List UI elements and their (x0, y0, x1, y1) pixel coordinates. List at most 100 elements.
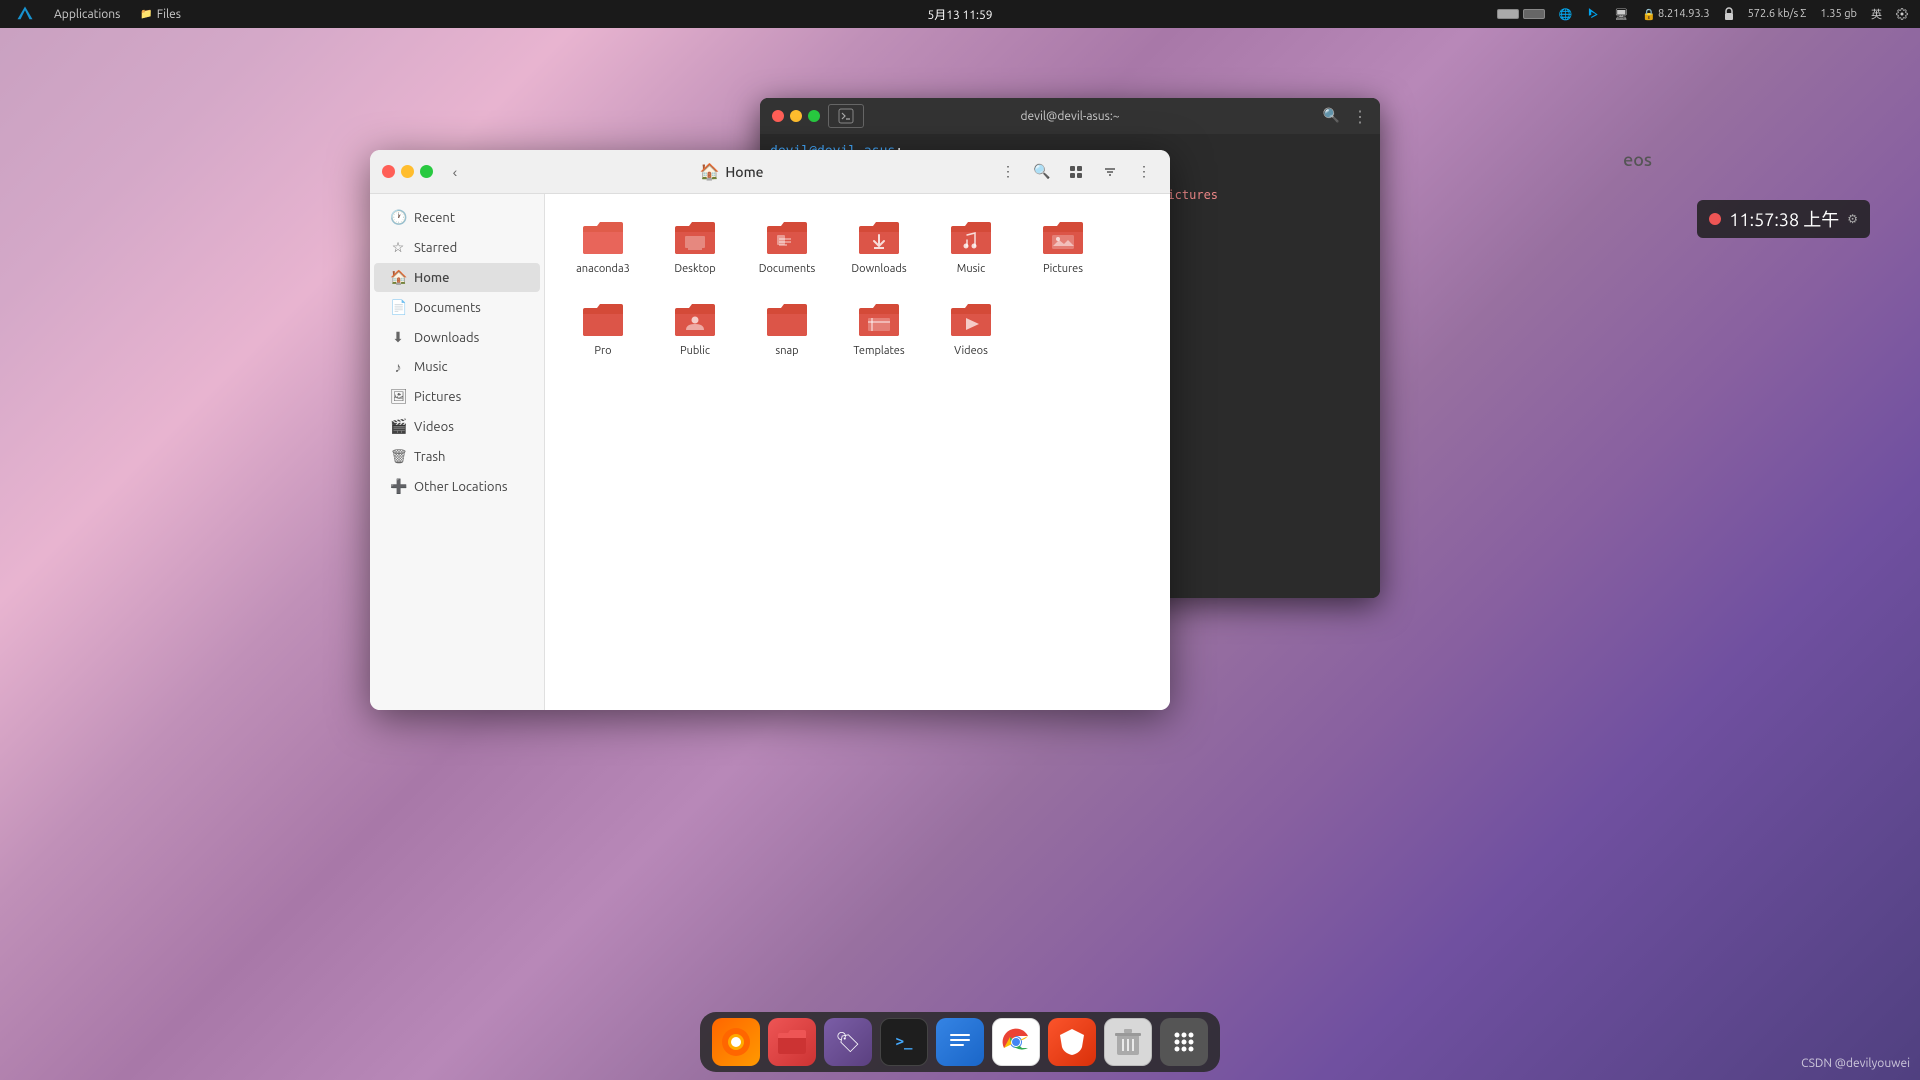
fm-back-btn[interactable]: ‹ (441, 158, 469, 186)
taskbar: Applications 📁 Files 5月13 11:59 🌐 🖥 🔒 8.… (0, 0, 1920, 28)
folder-pictures[interactable]: Pictures (1021, 210, 1105, 284)
language-indicator[interactable]: 英 (1867, 6, 1886, 22)
folder-desktop[interactable]: Desktop (653, 210, 737, 284)
home-icon: 🏠 (390, 269, 406, 286)
sidebar-item-videos[interactable]: 🎬 Videos (374, 412, 540, 441)
folder-public[interactable]: Public (653, 292, 737, 366)
monitor-icon[interactable]: 🖥 (1610, 8, 1632, 21)
sidebar-item-starred[interactable]: ☆ Starred (374, 233, 540, 262)
folder-downloads-icon (855, 218, 903, 258)
battery-display[interactable] (1493, 9, 1549, 19)
folder-videos-icon (947, 300, 995, 340)
applications-menu[interactable]: Applications (46, 6, 128, 23)
bing-icon[interactable] (1582, 7, 1604, 21)
right-panel-label: eos (1623, 150, 1652, 170)
dock-planify[interactable] (936, 1018, 984, 1066)
clock-overlay: 11:57:38 上午 ⚙ (1697, 200, 1870, 238)
ip-display: 🔒 8.214.93.3 (1638, 8, 1713, 21)
fm-toolbar-right: ⋮ 🔍 ⋮ (994, 158, 1158, 186)
taskbar-clock[interactable]: 5月13 11:59 (927, 6, 992, 23)
folder-pro[interactable]: Pro (561, 292, 645, 366)
fm-view-toggle-btn[interactable] (1062, 158, 1090, 186)
dock-trash[interactable] (1104, 1018, 1152, 1066)
clock-settings-icon[interactable]: ⚙ (1847, 212, 1858, 226)
trash-icon: 🗑 (390, 448, 406, 465)
fm-sort-btn[interactable] (1096, 158, 1124, 186)
dock-chrome[interactable] (992, 1018, 1040, 1066)
system-settings-icon[interactable] (1892, 8, 1912, 20)
sidebar-item-trash[interactable]: 🗑 Trash (374, 442, 540, 471)
terminal-max-btn[interactable] (808, 110, 820, 122)
folder-music-label: Music (957, 262, 985, 276)
fm-title: 🏠 Home (477, 162, 986, 181)
arch-icon[interactable] (8, 3, 42, 25)
folder-desktop-icon (671, 218, 719, 258)
sidebar-item-pictures[interactable]: 🖼 Pictures (374, 382, 540, 411)
terminal-close-btn[interactable] (772, 110, 784, 122)
sidebar-item-other-locations[interactable]: ➕ Other Locations (374, 472, 540, 501)
fm-folder-grid: anaconda3 Desktop (561, 210, 1154, 367)
folder-templates-label: Templates (853, 344, 904, 358)
ram-display: 1.35 gb (1816, 8, 1861, 20)
fm-menu-dots-btn[interactable]: ⋮ (994, 158, 1022, 186)
folder-documents-icon (763, 218, 811, 258)
folder-downloads-label: Downloads (851, 262, 906, 276)
folder-anaconda3-label: anaconda3 (576, 262, 630, 276)
folder-pro-label: Pro (594, 344, 611, 358)
clock-time: 11:57:38 上午 (1729, 206, 1839, 232)
dock-brave[interactable] (1048, 1018, 1096, 1066)
fm-home-icon: 🏠 (699, 162, 719, 181)
fm-titlebar: ‹ 🏠 Home ⋮ 🔍 ⋮ (370, 150, 1170, 194)
music-icon: ♪ (390, 359, 406, 375)
dock-files[interactable] (768, 1018, 816, 1066)
sidebar-item-documents[interactable]: 📄 Documents (374, 293, 540, 322)
fm-max-btn[interactable] (420, 165, 433, 178)
pictures-icon: 🖼 (390, 388, 406, 405)
dock-firefox[interactable] (712, 1018, 760, 1066)
folder-music[interactable]: Music (929, 210, 1013, 284)
videos-icon: 🎬 (390, 418, 406, 435)
terminal-min-btn[interactable] (790, 110, 802, 122)
file-manager-window: ‹ 🏠 Home ⋮ 🔍 ⋮ (370, 150, 1170, 710)
clock-dot (1709, 213, 1721, 225)
folder-anaconda3[interactable]: anaconda3 (561, 210, 645, 284)
dock: 🏷 >_ (700, 1012, 1220, 1072)
fm-body: 🕐 Recent ☆ Starred 🏠 Home 📄 Documents ⬇ … (370, 194, 1170, 710)
folder-pictures-label: Pictures (1043, 262, 1083, 276)
fm-sidebar: 🕐 Recent ☆ Starred 🏠 Home 📄 Documents ⬇ … (370, 194, 545, 710)
fm-min-btn[interactable] (401, 165, 414, 178)
recent-icon: 🕐 (390, 209, 406, 226)
folder-templates[interactable]: Templates (837, 292, 921, 366)
fm-more-btn[interactable]: ⋮ (1130, 158, 1158, 186)
folder-anaconda3-icon (579, 218, 627, 258)
folder-videos[interactable]: Videos (929, 292, 1013, 366)
fm-traffic-lights (382, 165, 433, 178)
dock-terminal[interactable]: >_ (880, 1018, 928, 1066)
sidebar-item-home[interactable]: 🏠 Home (374, 263, 540, 292)
terminal-titlebar: devil@devil-asus:~ 🔍 ⋮ (760, 98, 1380, 134)
folder-desktop-label: Desktop (674, 262, 715, 276)
dock-klokki[interactable]: 🏷 (824, 1018, 872, 1066)
network-icon[interactable]: 🌐 (1555, 8, 1577, 21)
files-menu[interactable]: 📁 Files (132, 6, 189, 23)
dock-apps-grid[interactable] (1160, 1018, 1208, 1066)
terminal-search-icon[interactable]: 🔍 (1323, 107, 1340, 126)
sidebar-item-downloads[interactable]: ⬇ Downloads (374, 323, 540, 352)
terminal-menu-icon[interactable]: ⋮ (1352, 107, 1368, 126)
documents-icon: 📄 (390, 299, 406, 316)
downloads-icon: ⬇ (390, 329, 406, 346)
terminal-traffic-lights (772, 110, 820, 122)
taskbar-right: 🌐 🖥 🔒 8.214.93.3 572.6 kb/s Σ 1.35 gb 英 (1493, 6, 1920, 22)
sidebar-item-music[interactable]: ♪ Music (374, 353, 540, 381)
sidebar-item-recent[interactable]: 🕐 Recent (374, 203, 540, 232)
folder-templates-icon (855, 300, 903, 340)
terminal-tab-icon (828, 104, 864, 128)
fm-search-btn[interactable]: 🔍 (1028, 158, 1056, 186)
vpn-icon (1720, 7, 1738, 21)
folder-snap[interactable]: snap (745, 292, 829, 366)
folder-documents[interactable]: Documents (745, 210, 829, 284)
other-locations-icon: ➕ (390, 478, 406, 495)
folder-downloads[interactable]: Downloads (837, 210, 921, 284)
starred-icon: ☆ (390, 239, 406, 256)
fm-close-btn[interactable] (382, 165, 395, 178)
